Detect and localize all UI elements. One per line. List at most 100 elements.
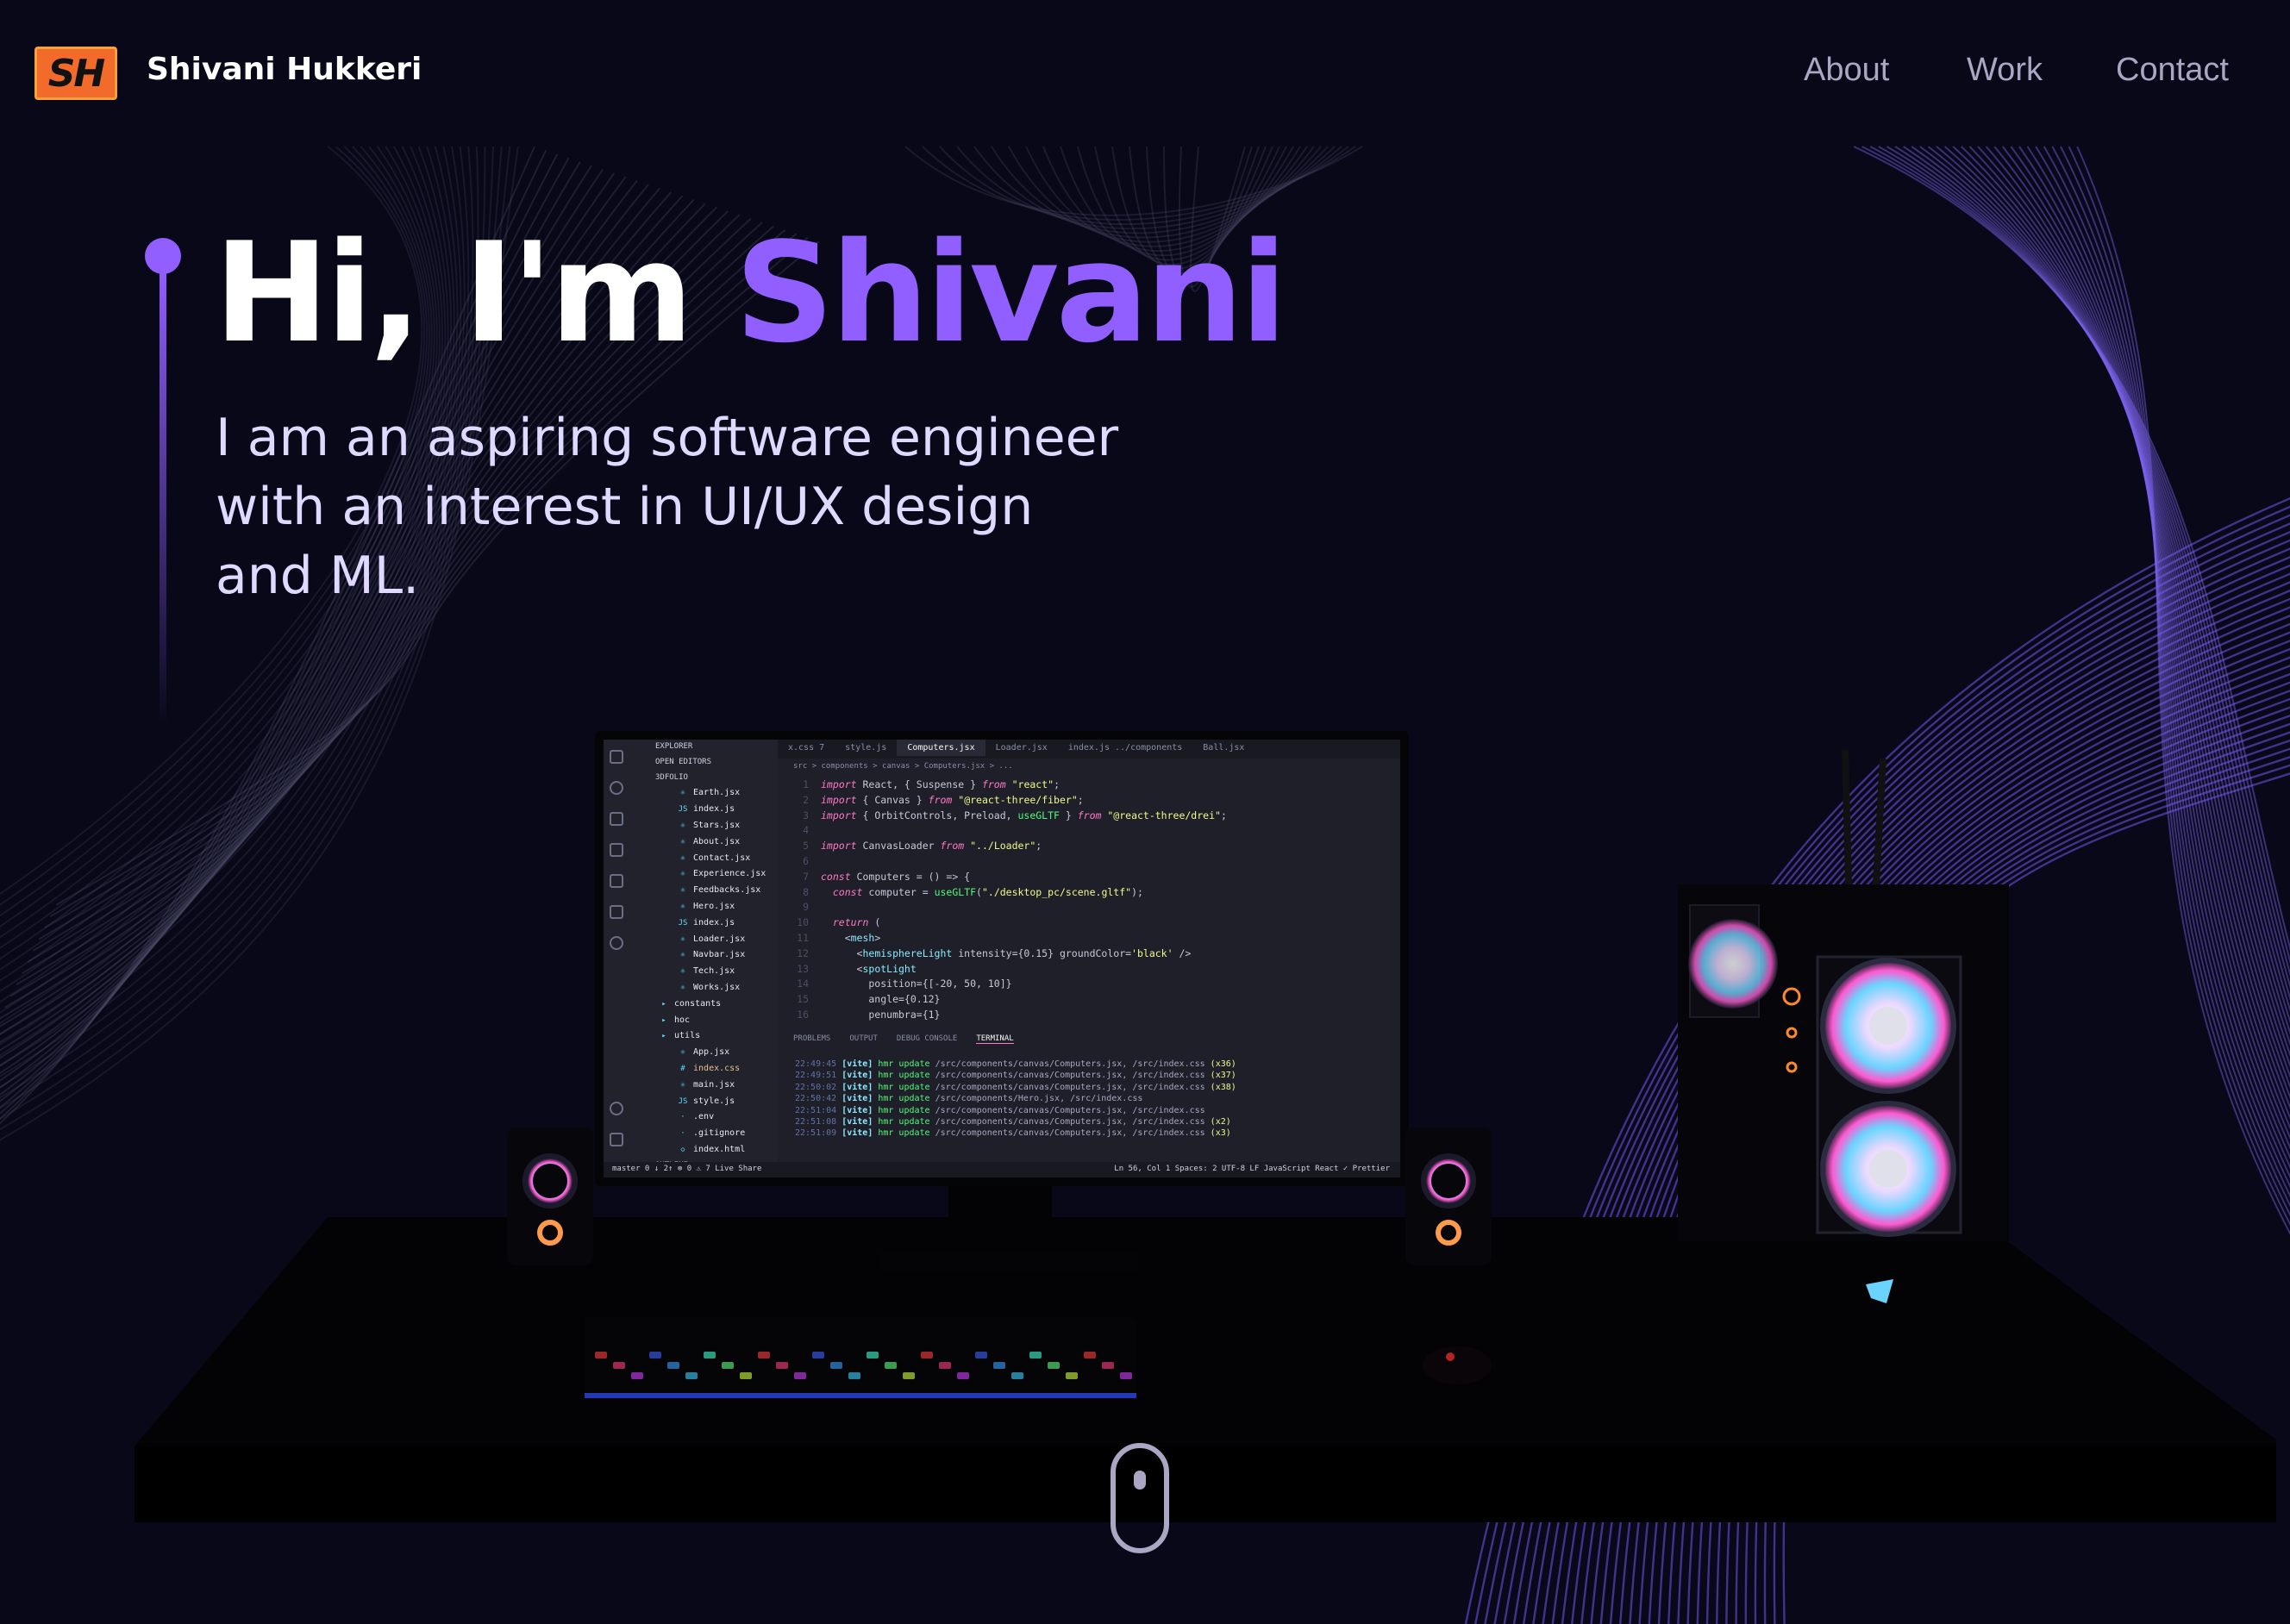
code-line: 4 (778, 823, 1400, 839)
explorer-file-item[interactable]: ⚛ Stars.jsx (629, 818, 778, 834)
explorer-file-item[interactable]: ⚛ Contact.jsx (629, 851, 778, 867)
project-folder: 3DFOLIO (655, 772, 688, 782)
keyboard-key-light (685, 1372, 698, 1379)
explorer-file-item[interactable]: ▸ constants (629, 996, 778, 1013)
explorer-file-item[interactable]: ⚛ Loader.jsx (629, 932, 778, 948)
explorer-file-item[interactable]: ⚛ Experience.jsx (629, 866, 778, 883)
file-name: About.jsx (688, 836, 741, 846)
file-type-icon: ⚛ (680, 983, 685, 992)
explorer-file-item[interactable]: JS index.js (629, 802, 778, 818)
logo[interactable]: SH (34, 47, 117, 100)
pc-fan-hub (1869, 1007, 1907, 1045)
run-debug-icon (610, 843, 623, 857)
terminal-text: hmr update (878, 1059, 935, 1069)
code-text: <hemisphereLight intensity={0.15} ground… (821, 946, 1192, 959)
explorer-file-item[interactable]: ⚛ Tech.jsx (629, 964, 778, 980)
line-number: 3 (803, 809, 809, 821)
line-number: 1 (803, 778, 809, 790)
breadcrumb: src > components > canvas > Computers.js… (793, 762, 1013, 771)
terminal-text: 22:49:45 (795, 1059, 842, 1069)
file-name: Tech.jsx (688, 966, 735, 977)
explorer-file-item[interactable]: · .env (629, 1109, 778, 1126)
explorer-file-item[interactable]: ⚛ Hero.jsx (629, 899, 778, 915)
editor-tab[interactable]: index.js ../components (1058, 740, 1192, 756)
keyboard-key-light (1048, 1362, 1060, 1369)
keyboard-key-light (1066, 1372, 1078, 1379)
explorer-file-item[interactable]: ▸ hoc (629, 1013, 778, 1029)
explorer-file-item[interactable]: ⚛ About.jsx (629, 834, 778, 851)
terminal-text: (x2) (1210, 1117, 1231, 1127)
code-text: angle={0.12} (821, 993, 941, 1006)
file-type-icon: ⚛ (680, 853, 685, 863)
monitor-screen: EXPLORER OPEN EDITORS 3DFOLIO ⚛ Earth.js… (604, 740, 1400, 1177)
explorer-file-item[interactable]: ⚛ main.jsx (629, 1077, 778, 1094)
panel-tab[interactable]: OUTPUT (849, 1034, 878, 1043)
hero-greeting: Hi, I'm (214, 212, 735, 373)
terminal-line: 22:49:45 [vite] hmr update /src/componen… (795, 1059, 1236, 1070)
file-name: Feedbacks.jsx (688, 885, 761, 896)
file-type-icon: ▸ (661, 999, 666, 1009)
file-type-icon: · (680, 1129, 685, 1139)
panel-tab[interactable]: PROBLEMS (793, 1034, 830, 1043)
keyboard-key-light (921, 1352, 933, 1359)
nav-link-about[interactable]: About (1804, 52, 1889, 89)
terminal-text: 22:51:04 (795, 1105, 842, 1115)
explorer-file-item[interactable]: ◇ index.html (629, 1142, 778, 1159)
file-type-icon: ⚛ (680, 821, 685, 830)
file-name: constants (669, 998, 722, 1009)
editor-tab[interactable]: Computers.jsx (897, 740, 985, 756)
monitor-neck (948, 1186, 1052, 1255)
keyboard-rgb-strip (585, 1393, 1136, 1398)
line-number: 11 (797, 931, 809, 944)
explorer-file-item[interactable]: ⚛ Works.jsx (629, 980, 778, 996)
file-name: index.css (688, 1063, 741, 1073)
terminal-text: 22:51:08 (795, 1117, 842, 1127)
editor-tab[interactable]: Ball.jsx (1192, 740, 1254, 756)
code-line: 13 <spotLight (778, 962, 1400, 978)
code-line: 16 penumbra={1} (778, 1008, 1400, 1023)
terminal-text: hmr update (878, 1094, 935, 1104)
hero-name: Shivani (735, 212, 1287, 373)
editor-tab[interactable]: x.css 7 (778, 740, 835, 756)
keyboard (585, 1317, 1136, 1400)
editor-tab[interactable]: Loader.jsx (985, 740, 1058, 756)
keyboard-key-light (1102, 1362, 1114, 1369)
explorer-file-item[interactable]: ⚛ Earth.jsx (629, 785, 778, 802)
file-type-icon: ◇ (680, 1145, 685, 1154)
explorer-file-item[interactable]: JS style.js (629, 1094, 778, 1110)
panel-tab[interactable]: DEBUG CONSOLE (897, 1034, 957, 1043)
editor-tab[interactable]: style.js (835, 740, 897, 756)
search-icon (610, 781, 623, 795)
keyboard-key-light (776, 1362, 788, 1369)
brand-name[interactable]: Shivani Hukkeri (147, 52, 422, 87)
terminal-text: (x38) (1210, 1082, 1236, 1092)
explorer-file-item[interactable]: # index.css (629, 1061, 778, 1077)
terminal-text: [vite] (842, 1128, 879, 1139)
file-type-icon: ▸ (661, 1032, 666, 1041)
file-name: .env (688, 1112, 715, 1122)
mouse-scroll-icon[interactable] (1111, 1443, 1169, 1553)
status-right: Ln 56, Col 1 Spaces: 2 UTF-8 LF JavaScri… (1114, 1165, 1390, 1173)
panel-tab[interactable]: TERMINAL (976, 1034, 1014, 1044)
keyboard-key-light (794, 1372, 806, 1379)
explorer-file-item[interactable]: JS index.js (629, 915, 778, 932)
terminal-text: 22:51:09 (795, 1128, 842, 1139)
explorer-file-item[interactable]: ⚛ Feedbacks.jsx (629, 883, 778, 899)
explorer-file-item[interactable]: · .gitignore (629, 1126, 778, 1142)
nav-link-work[interactable]: Work (1967, 52, 2043, 89)
terminal-text: 22:50:42 (795, 1094, 842, 1104)
keyboard-key-light (1084, 1352, 1096, 1359)
line-number: 2 (803, 793, 809, 806)
explorer-file-item[interactable]: ⚛ Navbar.jsx (629, 947, 778, 964)
terminal-line: 22:50:42 [vite] hmr update /src/componen… (795, 1093, 1236, 1104)
keyboard-key-light (758, 1352, 770, 1359)
file-name: Hero.jsx (688, 901, 735, 911)
code-line: 15 angle={0.12} (778, 992, 1400, 1008)
nav-link-contact[interactable]: Contact (2116, 52, 2229, 89)
explorer-file-item[interactable]: ⚛ App.jsx (629, 1045, 778, 1061)
file-type-icon: ⚛ (680, 870, 685, 879)
terminal-text: /src/components/Hero.jsx, /src/index.css (935, 1094, 1143, 1104)
explorer-file-item[interactable]: ▸ utils (629, 1028, 778, 1045)
open-editors-heading: OPEN EDITORS (655, 757, 712, 766)
code-text: <spotLight (821, 962, 917, 975)
